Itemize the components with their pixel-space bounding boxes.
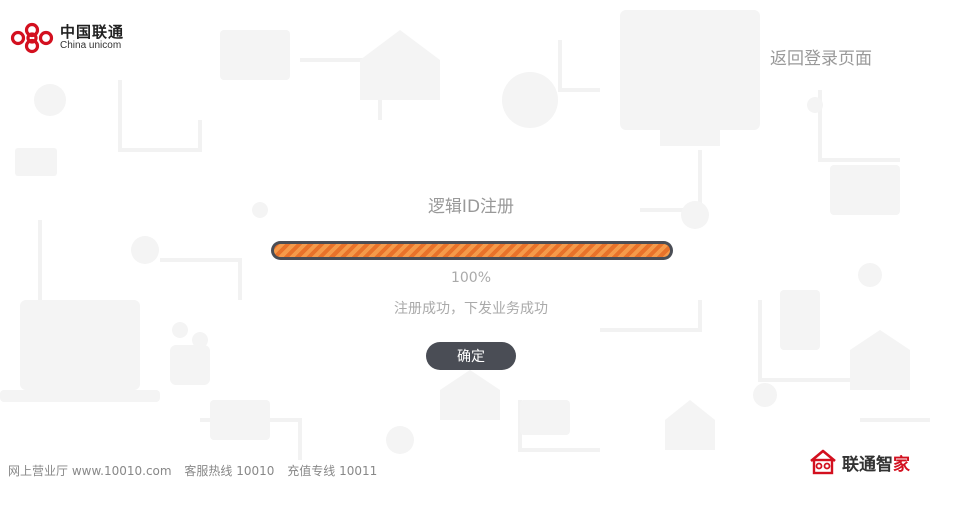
footer-recharge: 充值专线 10011 <box>287 464 378 478</box>
brand-name-part2: 家 <box>893 454 910 475</box>
confirm-button[interactable]: 确定 <box>426 342 516 370</box>
progress-percent: 100% <box>450 270 492 286</box>
brand-logo: 联通智家 <box>808 449 910 475</box>
brand-name-part1: 联通智 <box>842 454 893 475</box>
progress-bar <box>271 241 673 260</box>
logo-chinese-text: 中国联通 <box>60 22 125 41</box>
footer-hotline: 客服热线 10010 <box>184 464 275 478</box>
brand-name: 联通智家 <box>842 450 910 475</box>
status-message: 注册成功，下发业务成功 <box>394 301 548 317</box>
progress-fill <box>274 244 670 257</box>
footer-website: 网上营业厅 www.10010.com <box>8 464 172 478</box>
house-brand-icon <box>810 449 836 475</box>
page-title: 逻辑ID注册 <box>427 197 515 217</box>
logo-english-text: China unicom <box>60 39 122 51</box>
china-unicom-logo[interactable]: 中国联通 China unicom <box>8 22 124 54</box>
back-to-login-link[interactable]: 返回登录页面 <box>770 44 872 69</box>
footer-info: 网上营业厅 www.10010.com 客服热线 10010 充值专线 1001… <box>8 462 386 479</box>
china-unicom-logo-icon <box>10 22 54 54</box>
